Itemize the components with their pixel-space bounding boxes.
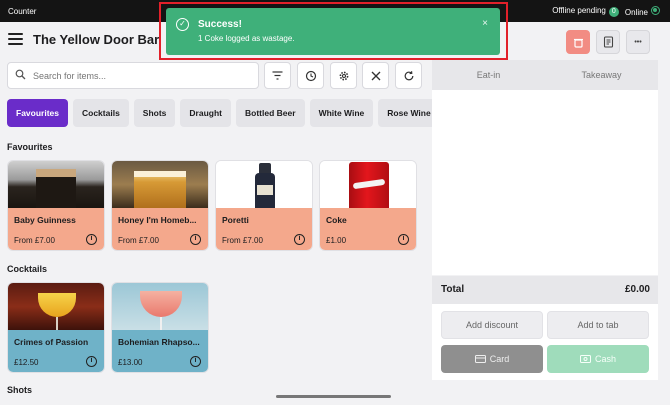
- category-draught[interactable]: Draught: [180, 99, 232, 127]
- filter-button[interactable]: [264, 62, 291, 89]
- total-label: Total: [441, 284, 465, 295]
- check-circle-icon: ✓: [176, 18, 189, 31]
- wastage-button[interactable]: [566, 30, 590, 54]
- home-indicator: [276, 395, 391, 398]
- category-favourites[interactable]: Favourites: [7, 99, 68, 127]
- product-image: [320, 161, 416, 208]
- more-icon: •••: [634, 38, 642, 46]
- search-icon: [15, 69, 26, 80]
- info-icon[interactable]: i: [398, 234, 409, 245]
- payment-actions: Add discount Add to tab Card Cash: [432, 304, 658, 380]
- utensils-icon: [371, 71, 380, 80]
- add-discount-button[interactable]: Add discount: [441, 311, 543, 339]
- history-button[interactable]: [297, 62, 324, 89]
- online-icon: [651, 6, 660, 15]
- product-name: Honey I'm Homeb...: [118, 215, 197, 225]
- total-row: Total £0.00: [432, 276, 658, 304]
- product-name: Crimes of Passion: [14, 337, 89, 347]
- product-image: [216, 161, 312, 208]
- info-icon[interactable]: i: [294, 234, 305, 245]
- search-box: [7, 62, 259, 89]
- tab-takeaway[interactable]: Takeaway: [545, 60, 658, 90]
- product-price: From £7.00: [118, 236, 159, 245]
- refresh-button[interactable]: [395, 62, 422, 89]
- card-payment-button[interactable]: Card: [441, 345, 543, 373]
- card-icon: [474, 355, 486, 363]
- close-icon[interactable]: ×: [482, 18, 488, 29]
- product-name: Coke: [326, 215, 347, 225]
- product-name: Bohemian Rhapso...: [118, 337, 200, 347]
- section-heading-cocktails: Cocktails: [7, 264, 48, 274]
- product-name: Baby Guinness: [14, 215, 76, 225]
- history-icon: [305, 70, 316, 81]
- menu-icon[interactable]: [8, 33, 23, 45]
- device-label: Counter: [8, 7, 37, 16]
- order-items-area: [432, 90, 658, 275]
- connection-status: Offline pending 0 Online: [552, 6, 660, 17]
- product-card[interactable]: Crimes of Passion £12.50 i: [7, 282, 105, 373]
- order-panel: Eat-in Takeaway Total £0.00 Add discount…: [432, 60, 658, 380]
- offline-count-badge: 0: [608, 7, 619, 17]
- cash-label: Cash: [594, 354, 616, 364]
- product-price: From £7.00: [222, 236, 263, 245]
- utensils-button[interactable]: [362, 62, 389, 89]
- cash-icon: [579, 355, 591, 363]
- section-heading-shots: Shots: [7, 385, 33, 393]
- category-cocktails[interactable]: Cocktails: [73, 99, 129, 127]
- order-type-tabs: Eat-in Takeaway: [432, 60, 658, 90]
- product-image: [8, 161, 104, 208]
- success-toast: ✓ Success! 1 Coke logged as wastage. ×: [166, 8, 500, 55]
- product-price: £12.50: [14, 358, 39, 367]
- product-image: [8, 283, 104, 330]
- info-icon[interactable]: i: [190, 356, 201, 367]
- product-price: £13.00: [118, 358, 143, 367]
- card-label: Card: [489, 354, 510, 364]
- product-image: [112, 283, 208, 330]
- product-card[interactable]: Coke £1.00 i: [319, 160, 417, 251]
- offline-pending-label: Offline pending 0: [552, 6, 619, 17]
- category-tabs: Favourites Cocktails Shots Draught Bottl…: [7, 99, 432, 127]
- category-bottled-beer[interactable]: Bottled Beer: [236, 99, 305, 127]
- tab-eat-in[interactable]: Eat-in: [432, 60, 545, 90]
- refresh-icon: [404, 70, 413, 80]
- info-icon[interactable]: i: [86, 356, 97, 367]
- info-icon[interactable]: i: [190, 234, 201, 245]
- page-title: The Yellow Door Bar: [33, 32, 160, 47]
- info-icon[interactable]: i: [86, 234, 97, 245]
- total-amount: £0.00: [624, 284, 650, 295]
- product-price: £1.00: [326, 236, 347, 245]
- settings-button[interactable]: [330, 62, 357, 89]
- cash-payment-button[interactable]: Cash: [547, 345, 649, 373]
- search-input[interactable]: [33, 68, 253, 84]
- product-card[interactable]: Honey I'm Homeb... From £7.00 i: [111, 160, 209, 251]
- category-shots[interactable]: Shots: [133, 99, 176, 127]
- product-card[interactable]: Poretti From £7.00 i: [215, 160, 313, 251]
- trash-icon: [573, 38, 583, 48]
- add-to-tab-button[interactable]: Add to tab: [547, 311, 649, 339]
- more-options-button[interactable]: •••: [626, 30, 650, 54]
- gear-icon: [339, 71, 348, 80]
- category-white-wine[interactable]: White Wine: [309, 99, 374, 127]
- receipt-button[interactable]: [596, 30, 620, 54]
- product-name: Poretti: [222, 215, 249, 225]
- product-card[interactable]: Bohemian Rhapso... £13.00 i: [111, 282, 209, 373]
- filter-icon: [272, 71, 283, 80]
- toast-title: Success!: [198, 19, 242, 30]
- receipt-icon: [603, 36, 613, 48]
- product-price: From £7.00: [14, 236, 55, 245]
- toast-message: 1 Coke logged as wastage.: [198, 34, 295, 43]
- category-rose-wine[interactable]: Rose Wine: [378, 99, 432, 127]
- online-label: Online: [625, 6, 660, 17]
- section-heading-favourites: Favourites: [7, 142, 53, 152]
- product-card[interactable]: Baby Guinness From £7.00 i: [7, 160, 105, 251]
- product-image: [112, 161, 208, 208]
